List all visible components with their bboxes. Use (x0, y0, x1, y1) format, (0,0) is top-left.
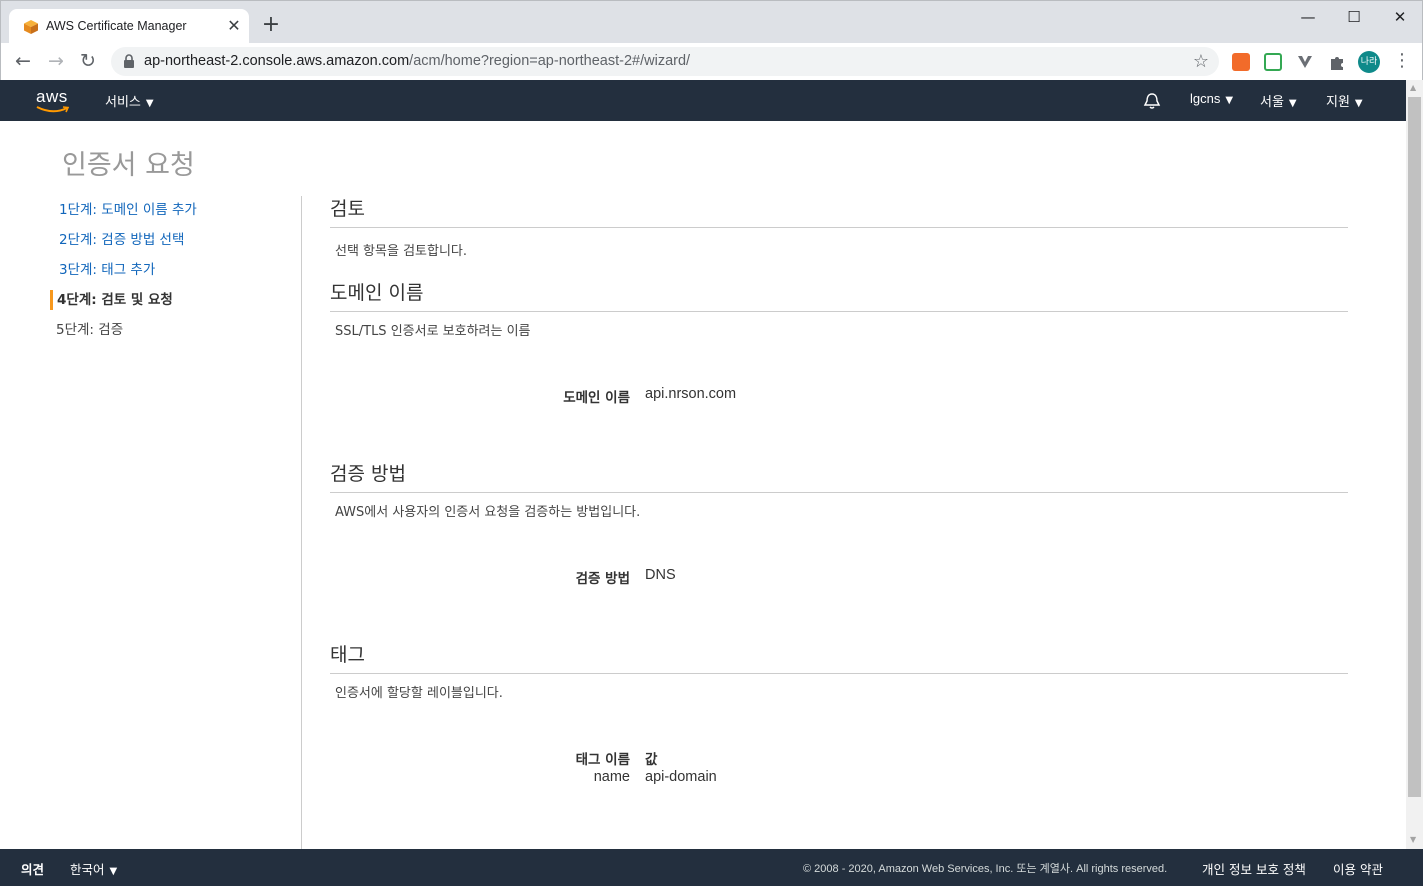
chevron-down-icon: ▼ (1288, 98, 1297, 109)
url-path: /acm/home?region=ap-northeast-2#/wizard/ (409, 53, 691, 69)
profile-avatar[interactable]: 나라 (1358, 51, 1380, 73)
minimize-button[interactable]: — (1285, 3, 1331, 31)
extension-orange-icon[interactable] (1232, 53, 1250, 71)
domain-description: SSL/TLS 인증서로 보호하려는 이름 (335, 324, 531, 339)
copyright-text: © 2008 - 2020, Amazon Web Services, Inc.… (803, 863, 1168, 875)
page-scrollbar[interactable]: ▲ ▼ (1406, 80, 1423, 849)
support-label: 지원 (1326, 95, 1350, 110)
forward-arrow-icon[interactable]: → (44, 49, 68, 73)
review-description: 선택 항목을 검토합니다. (335, 244, 467, 259)
account-label: lgcns (1190, 91, 1221, 106)
sidebar-divider (301, 196, 302, 849)
validation-heading: 검증 방법 (330, 459, 1348, 493)
scroll-thumb[interactable] (1408, 97, 1421, 797)
tag-name-column-header: 태그 이름 (575, 752, 630, 768)
step-3-link[interactable]: 3단계: 태그 추가 (50, 260, 155, 280)
page-title: 인증서 요청 (62, 150, 195, 181)
url-text[interactable]: ap-northeast-2.console.aws.amazon.com/ac… (144, 53, 690, 69)
browser-menu-icon[interactable]: ⋮ (1393, 49, 1411, 73)
scroll-down-icon[interactable]: ▼ (1410, 835, 1416, 844)
console-footer: 의견 한국어 ▼ © 2008 - 2020, Amazon Web Servic… (0, 849, 1423, 886)
step-4-current: 4단계: 검토 및 요청 (50, 290, 173, 310)
url-host: ap-northeast-2.console.aws.amazon.com (144, 53, 410, 69)
services-label: 서비스 (105, 95, 141, 110)
chevron-down-icon: ▼ (1354, 98, 1363, 109)
language-label: 한국어 (70, 862, 105, 877)
privacy-policy-link[interactable]: 개인 정보 보호 정책 (1202, 859, 1306, 878)
tag-row-name: name (593, 769, 630, 785)
tag-row-value: api-domain (645, 769, 717, 785)
window-close-button[interactable]: ✕ (1377, 3, 1423, 31)
bell-icon[interactable] (1143, 92, 1161, 110)
reload-icon[interactable]: ↻ (76, 49, 100, 73)
terms-link[interactable]: 이용 약관 (1333, 859, 1383, 878)
account-menu[interactable]: lgcns ▼ (1190, 91, 1233, 107)
language-selector[interactable]: 한국어 ▼ (70, 859, 117, 878)
bookmark-star-icon[interactable]: ☆ (1193, 51, 1209, 72)
extension-v-icon[interactable] (1296, 53, 1314, 71)
domain-heading: 도메인 이름 (330, 278, 1348, 312)
region-label: 서울 (1260, 95, 1284, 110)
tags-description: 인증서에 할당할 레이블입니다. (335, 686, 503, 701)
tab-title: AWS Certificate Manager (46, 19, 187, 33)
step-2-link[interactable]: 2단계: 검증 방법 선택 (50, 230, 184, 250)
tab-close-icon[interactable]: ✕ (225, 17, 243, 35)
tags-heading: 태그 (330, 640, 1348, 674)
aws-top-nav: aws 서비스 ▼ lgcns ▼ 서울 ▼ 지원 ▼ (0, 80, 1423, 121)
validation-description: AWS에서 사용자의 인증서 요청을 검증하는 방법입니다. (335, 505, 641, 520)
aws-logo-text: aws (36, 87, 68, 106)
review-heading: 검토 (330, 194, 1348, 228)
scroll-up-icon[interactable]: ▲ (1410, 83, 1416, 92)
browser-toolbar: ← → ↻ ap-northeast-2.console.aws.amazon.… (0, 43, 1423, 80)
aws-cube-favicon-icon (24, 20, 38, 34)
chevron-down-icon: ▼ (145, 98, 154, 109)
lock-icon (124, 54, 134, 68)
address-bar[interactable]: ap-northeast-2.console.aws.amazon.com/ac… (111, 47, 1219, 76)
tag-value-column-header: 값 (645, 752, 658, 768)
chevron-down-icon: ▼ (1225, 95, 1234, 106)
aws-smile-icon (36, 106, 70, 113)
domain-name-key: 도메인 이름 (563, 390, 630, 406)
support-menu[interactable]: 지원 ▼ (1326, 91, 1363, 110)
browser-tabstrip: AWS Certificate Manager ✕ + — ☐ ✕ (0, 0, 1423, 44)
back-arrow-icon[interactable]: ← (11, 49, 35, 73)
chevron-down-icon: ▼ (109, 866, 118, 877)
aws-logo[interactable]: aws (36, 87, 70, 113)
step-5: 5단계: 검증 (56, 322, 124, 338)
validation-method-key: 검증 방법 (575, 571, 630, 587)
browser-tab[interactable]: AWS Certificate Manager ✕ (9, 9, 249, 44)
extensions-puzzle-icon[interactable] (1328, 53, 1346, 71)
extension-green-icon[interactable] (1264, 53, 1282, 71)
domain-name-value: api.nrson.com (645, 386, 737, 402)
feedback-link[interactable]: 의견 (21, 859, 44, 878)
validation-method-value: DNS (645, 567, 676, 583)
services-menu[interactable]: 서비스 ▼ (105, 91, 154, 110)
maximize-button[interactable]: ☐ (1331, 3, 1377, 31)
new-tab-button[interactable]: + (259, 13, 283, 37)
step-1-link[interactable]: 1단계: 도메인 이름 추가 (50, 200, 197, 220)
region-menu[interactable]: 서울 ▼ (1260, 91, 1297, 110)
